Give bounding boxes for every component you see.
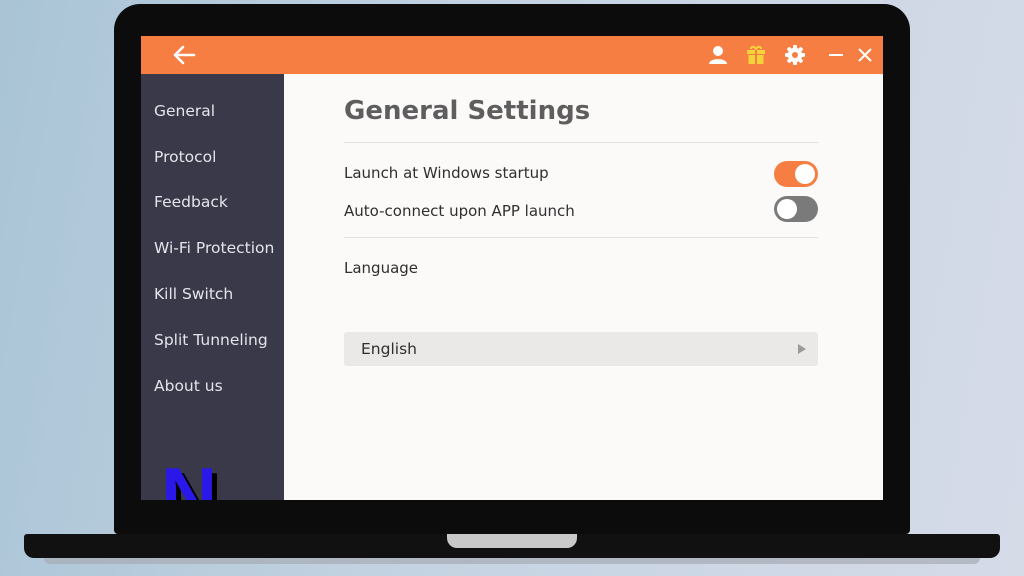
sidebar: General Protocol Feedback Wi-Fi Protecti… [141, 74, 284, 500]
language-select[interactable]: English [344, 332, 818, 366]
language-selected-value: English [361, 340, 417, 358]
laptop-notch [447, 534, 577, 548]
chevron-right-icon [798, 344, 806, 354]
sidebar-item-general[interactable]: General [154, 102, 215, 120]
title-bar [141, 36, 883, 74]
gift-icon[interactable] [745, 44, 767, 66]
sidebar-item-protocol[interactable]: Protocol [154, 148, 216, 166]
divider [344, 142, 818, 143]
settings-panel: General Settings Launch at Windows start… [284, 74, 883, 500]
brand-logo: N N [161, 467, 222, 500]
page-title: General Settings [344, 96, 591, 126]
brand-logo-letter-fill: N [161, 467, 217, 500]
auto-connect-toggle[interactable] [774, 196, 818, 222]
launch-at-startup-toggle[interactable] [774, 161, 818, 187]
user-icon[interactable] [707, 44, 729, 66]
sidebar-item-wifi-protection[interactable]: Wi-Fi Protection [154, 239, 274, 257]
minimize-icon[interactable] [825, 44, 847, 66]
back-arrow-icon[interactable] [171, 44, 197, 66]
language-label: Language [344, 259, 419, 277]
sidebar-item-kill-switch[interactable]: Kill Switch [154, 285, 233, 303]
toggle-knob [795, 164, 815, 184]
divider [344, 237, 818, 238]
close-icon[interactable] [854, 44, 876, 66]
launch-at-startup-label: Launch at Windows startup [344, 164, 549, 182]
laptop-foot [44, 558, 980, 564]
app-window: General Protocol Feedback Wi-Fi Protecti… [141, 36, 883, 500]
sidebar-item-split-tunneling[interactable]: Split Tunneling [154, 331, 268, 349]
sidebar-item-feedback[interactable]: Feedback [154, 193, 228, 211]
toggle-knob [777, 199, 797, 219]
auto-connect-label: Auto-connect upon APP launch [344, 202, 575, 220]
gear-icon[interactable] [784, 44, 806, 66]
sidebar-item-about-us[interactable]: About us [154, 377, 223, 395]
